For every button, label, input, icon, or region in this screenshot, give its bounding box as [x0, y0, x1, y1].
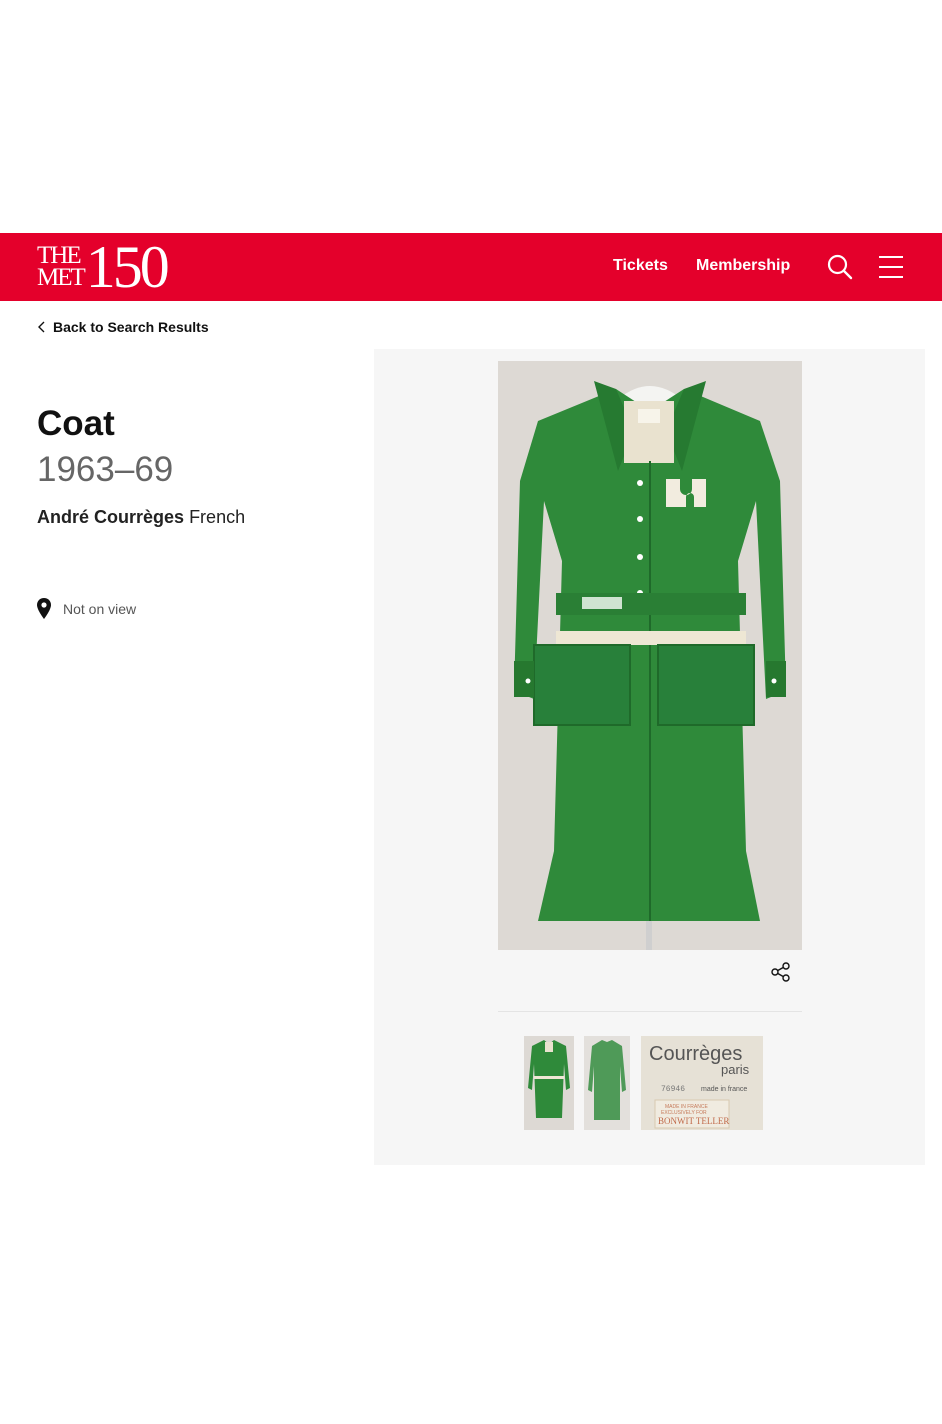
nav-tickets-link[interactable]: Tickets — [613, 257, 668, 275]
thumbnail-front[interactable] — [524, 1036, 574, 1130]
location-text: Not on view — [63, 600, 137, 617]
object-artist: André Courrèges French — [37, 507, 245, 528]
menu-icon — [879, 256, 903, 278]
thumbnail-label-image: Courrèges paris 76946 made in france MAD… — [641, 1036, 763, 1130]
thumbnail-label[interactable]: Courrèges paris 76946 made in france MAD… — [641, 1036, 763, 1130]
logo-met: MET — [37, 264, 86, 291]
thumbnail-back[interactable] — [584, 1036, 630, 1130]
met-150-logo[interactable]: THE MET 150 — [37, 234, 170, 300]
coat-photo — [498, 361, 802, 950]
thumbnail-front-image — [524, 1036, 574, 1130]
artist-name[interactable]: André Courrèges — [37, 507, 184, 527]
object-title: Coat — [37, 404, 115, 443]
object-date: 1963–69 — [37, 450, 174, 489]
back-to-search-link[interactable]: Back to Search Results — [37, 319, 209, 335]
search-button[interactable] — [824, 251, 856, 283]
logo-150: 150 — [85, 234, 170, 300]
share-icon — [771, 962, 790, 982]
logo-wordmark: THE MET — [37, 243, 86, 291]
menu-button[interactable] — [875, 251, 907, 283]
share-button[interactable] — [770, 961, 794, 985]
label-city: paris — [721, 1062, 750, 1077]
chevron-left-icon — [38, 321, 45, 333]
main-object-image[interactable] — [498, 361, 802, 950]
map-pin-icon — [37, 598, 51, 619]
search-icon — [827, 254, 853, 280]
thumbnail-back-image — [584, 1036, 630, 1130]
image-panel: Courrèges paris 76946 made in france MAD… — [374, 349, 925, 1165]
artist-nationality: French — [189, 507, 246, 527]
location-status: Not on view — [37, 598, 136, 619]
nav-membership-link[interactable]: Membership — [696, 257, 790, 275]
label-store: BONWIT TELLER — [658, 1116, 729, 1126]
site-header: THE MET 150 Tickets Membership — [0, 233, 942, 301]
back-link-label: Back to Search Results — [53, 319, 209, 335]
panel-divider — [498, 1011, 802, 1012]
label-number: 76946 — [661, 1085, 685, 1094]
label-made-in: made in france — [701, 1086, 747, 1093]
